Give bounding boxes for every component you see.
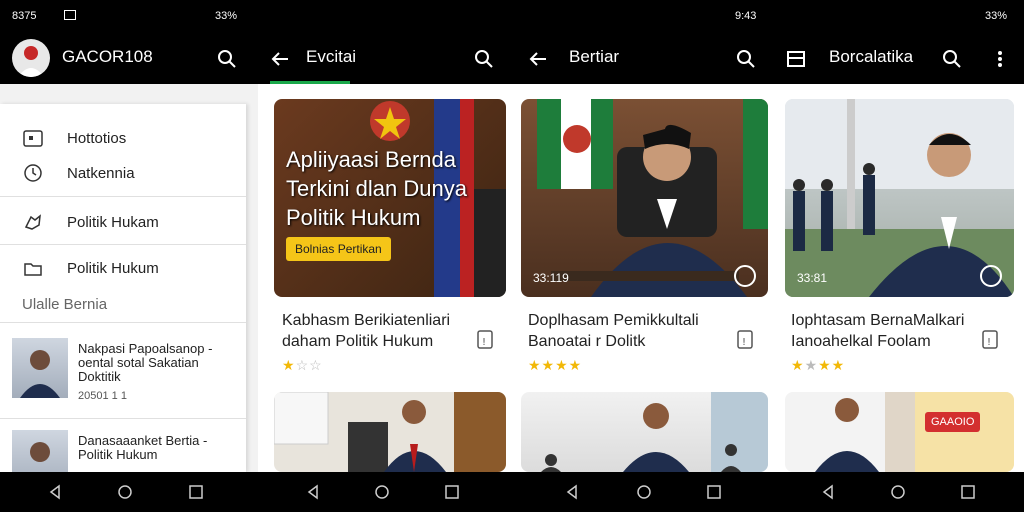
hero-headline: Apliiyaasi Bernda Terkini dlan Dunya Pol…	[286, 147, 467, 230]
nav-back-icon[interactable]	[305, 484, 321, 500]
back-arrow-icon[interactable]	[268, 47, 292, 71]
status-time-left: 8375	[12, 10, 37, 22]
rating-stars: ★★★★	[791, 357, 846, 373]
menu-box-icon[interactable]	[784, 47, 808, 71]
video-duration: 33:119	[533, 271, 569, 285]
menu-item-hottotios[interactable]: Hottotios	[0, 120, 246, 156]
nav-recent-icon[interactable]	[706, 484, 722, 500]
bookmark-icon[interactable]: !	[981, 330, 999, 350]
nav-recent-icon[interactable]	[960, 484, 976, 500]
hero-badge: Bolnias Pertikan	[286, 237, 391, 261]
hand-icon	[24, 214, 41, 230]
video-card[interactable]: 33:119	[521, 99, 768, 297]
svg-text:!: !	[987, 337, 991, 348]
card-title[interactable]: Kabhasm Berikiatenliari daham Politik Hu…	[282, 310, 472, 352]
news-card[interactable]: GAAOIO	[785, 392, 1014, 472]
menu-label: Hottotios	[67, 129, 127, 147]
screen-title: Bertiar	[569, 47, 620, 66]
play-icon[interactable]	[734, 265, 756, 287]
app-bar: Evcitai	[258, 34, 516, 84]
nav-home-icon[interactable]	[890, 484, 906, 500]
video-duration: 33:81	[797, 271, 828, 285]
menu-label: Natkennia	[67, 164, 135, 182]
bookmark-icon[interactable]: !	[476, 330, 494, 350]
video-card[interactable]: 33:81	[785, 99, 1014, 297]
search-icon[interactable]	[215, 47, 239, 71]
status-battery-left: 33%	[215, 10, 238, 22]
svg-text:!: !	[482, 337, 486, 348]
svg-text:!: !	[742, 337, 746, 348]
nav-back-icon[interactable]	[820, 484, 836, 500]
nav-back-icon[interactable]	[564, 484, 580, 500]
app-title: GACOR108	[62, 47, 153, 66]
clock-icon	[24, 164, 42, 182]
app-bar: GACOR108	[0, 34, 258, 84]
brand-badge: GAAOIO	[925, 412, 981, 432]
navigation-drawer: Hottotios Natkennia Politik Hukam Politi…	[0, 104, 246, 472]
nav-recent-icon[interactable]	[188, 484, 204, 500]
screen-drawer: GACOR108 Hottotios Natkennia Politik Huk…	[0, 34, 258, 472]
list-item[interactable]: Danasaaanket Bertia - Politik Hukum 2651	[0, 422, 246, 472]
nav-home-icon[interactable]	[636, 484, 652, 500]
nav-back-icon[interactable]	[47, 484, 63, 500]
status-time-right: 9:43	[735, 10, 757, 22]
screen-evcitai: Evcitai Apliiyaasi Bernda Terkini dlan D…	[258, 34, 516, 472]
news-thumbnail	[12, 430, 68, 472]
divider	[0, 322, 246, 323]
menu-label: Politik Hukam	[67, 213, 159, 231]
search-icon[interactable]	[734, 47, 758, 71]
nav-recent-icon[interactable]	[444, 484, 460, 500]
play-icon[interactable]	[980, 265, 1002, 287]
back-arrow-icon[interactable]	[526, 47, 550, 71]
screen-borcalatika: Borcalatika 33:81 Iophtasam BernaMalkari…	[774, 34, 1024, 472]
news-card[interactable]	[521, 392, 768, 472]
card-title[interactable]: Iophtasam BernaMalkari Ianoahelkal Foola…	[791, 310, 981, 352]
list-item[interactable]: Nakpasi Papoalsanop - oental sotal Sakat…	[0, 330, 246, 410]
folder-icon	[24, 263, 42, 276]
more-vert-icon[interactable]	[988, 47, 1012, 71]
divider	[0, 418, 246, 419]
news-card[interactable]	[274, 392, 506, 472]
menu-item-natkennia[interactable]: Natkennia	[0, 155, 246, 191]
calendar-icon	[23, 130, 43, 147]
app-bar: Borcalatika	[774, 34, 1024, 84]
app-bar: Bertiar	[516, 34, 774, 84]
tab-indicator	[270, 81, 350, 84]
news-thumbnail	[12, 338, 68, 398]
news-date: 20501 1 1	[78, 390, 127, 402]
divider	[0, 244, 246, 245]
system-nav-bar	[0, 472, 1024, 512]
screen-bertiar: Bertiar 33:119 Doplhasam Pemikkultali Ba…	[516, 34, 774, 472]
screen-title: Borcalatika	[829, 47, 914, 66]
news-title: Danasaaanket Bertia - Politik Hukum	[78, 433, 208, 462]
menu-item-politik-hukam[interactable]: Politik Hukam	[0, 204, 246, 240]
app-logo-avatar[interactable]	[12, 39, 50, 77]
nav-home-icon[interactable]	[117, 484, 133, 500]
nav-home-icon[interactable]	[374, 484, 390, 500]
rating-stars: ★☆☆	[282, 357, 323, 373]
rating-stars: ★★★★	[528, 357, 583, 373]
menu-item-politik-hukum[interactable]: Politik Hukum	[0, 250, 246, 286]
search-icon[interactable]	[472, 47, 496, 71]
notification-icon	[64, 10, 76, 20]
search-icon[interactable]	[940, 47, 964, 71]
status-battery-right: 33%	[985, 10, 1008, 22]
status-bar: 8375 33% 9:43 33%	[0, 0, 1024, 34]
menu-label: Politik Hukum	[67, 259, 159, 277]
card-title[interactable]: Doplhasam Pemikkultali Banoatai r Dolitk	[528, 310, 728, 352]
divider	[0, 196, 246, 197]
bookmark-icon[interactable]: !	[736, 330, 754, 350]
hero-card[interactable]: Apliiyaasi Bernda Terkini dlan Dunya Pol…	[274, 99, 506, 297]
screen-title: Evcitai	[306, 47, 357, 66]
section-label: Ulalle Bernia	[22, 296, 108, 313]
news-title: Nakpasi Papoalsanop - oental sotal Sakat…	[78, 341, 213, 384]
